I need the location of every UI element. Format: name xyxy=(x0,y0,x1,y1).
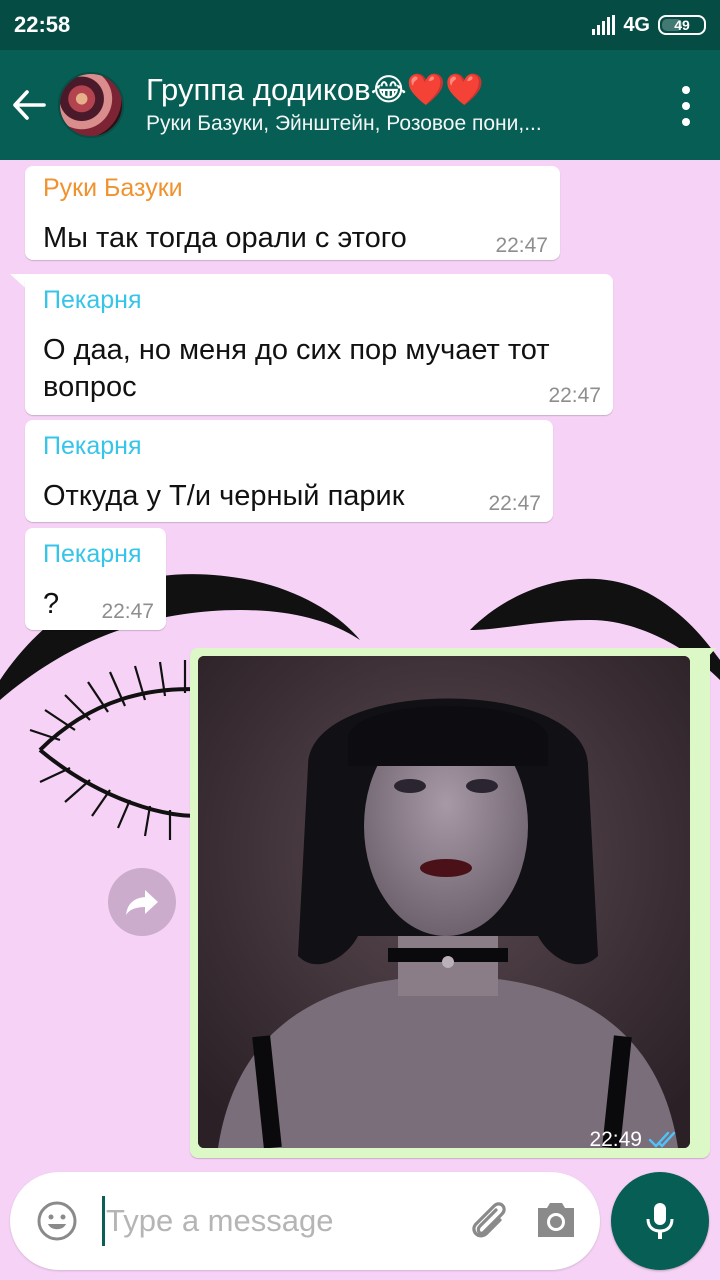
message-sender: Пекарня xyxy=(43,432,142,460)
network-type: 4G xyxy=(623,13,650,36)
message-sender: Руки Базуки xyxy=(43,174,183,202)
group-avatar[interactable] xyxy=(58,72,124,138)
message-text: Мы так тогда орали с этого xyxy=(43,222,407,254)
photo-message-bubble[interactable]: 22:49 xyxy=(190,648,710,1158)
read-ticks-icon xyxy=(648,1131,676,1148)
status-icons: 4G 49 xyxy=(592,14,706,37)
message-bubble[interactable]: Пекарня О даа, но меня до сих пор мучает… xyxy=(25,274,613,415)
message-sender: Пекарня xyxy=(43,286,142,314)
more-options-button[interactable] xyxy=(678,86,694,126)
chat-info[interactable]: Группа додиков😂❤️❤️ Руки Базуки, Эйнштей… xyxy=(146,71,626,139)
message-bubble[interactable]: Руки Базуки Мы так тогда орали с этого 2… xyxy=(25,166,560,260)
message-time: 22:47 xyxy=(495,234,548,257)
message-bubble[interactable]: Пекарня Откуда у Т/и черный парик 22:47 xyxy=(25,420,553,522)
message-time: 22:47 xyxy=(101,600,154,623)
message-text: Откуда у Т/и черный парик xyxy=(43,480,405,512)
message-composer xyxy=(10,1172,600,1270)
more-vert-icon xyxy=(682,86,690,94)
chat-members: Руки Базуки, Эйнштейн, Розовое пони,... xyxy=(146,112,542,135)
microphone-icon xyxy=(646,1203,674,1239)
woman-portrait-image xyxy=(198,656,690,1148)
message-time: 22:47 xyxy=(488,492,541,515)
status-bar: 22:58 4G 49 xyxy=(0,0,720,50)
emoji-button[interactable] xyxy=(36,1200,78,1247)
chat-area[interactable]: Руки Базуки Мы так тогда орали с этого 2… xyxy=(0,160,720,1170)
message-bubble[interactable]: Пекарня ? 22:47 xyxy=(25,528,166,630)
camera-icon xyxy=(538,1203,574,1237)
message-time: 22:47 xyxy=(548,384,601,407)
status-time: 22:58 xyxy=(14,12,71,37)
message-input[interactable] xyxy=(106,1196,446,1246)
message-text: О даа, но меня до сих пор мучает тот воп… xyxy=(43,334,550,403)
paperclip-icon xyxy=(472,1202,506,1238)
text-caret xyxy=(102,1196,105,1246)
message-time: 22:49 xyxy=(589,1128,642,1151)
forward-icon xyxy=(126,890,158,915)
photo-image[interactable] xyxy=(198,656,690,1148)
attach-button[interactable] xyxy=(466,1198,512,1249)
arrow-left-icon xyxy=(13,90,46,120)
battery-icon: 49 xyxy=(658,15,706,35)
message-sender: Пекарня xyxy=(43,540,142,568)
smiley-icon xyxy=(37,1201,77,1241)
message-text: ? xyxy=(43,588,60,620)
battery-level: 49 xyxy=(674,17,690,33)
camera-button[interactable] xyxy=(534,1200,578,1245)
chat-title: Группа додиков😂❤️❤️ xyxy=(146,72,484,107)
chat-header: Группа додиков😂❤️❤️ Руки Базуки, Эйнштей… xyxy=(0,50,720,160)
signal-icon xyxy=(592,15,616,35)
forward-button[interactable] xyxy=(108,868,176,936)
mic-button[interactable] xyxy=(611,1172,709,1270)
back-button[interactable] xyxy=(0,50,58,160)
